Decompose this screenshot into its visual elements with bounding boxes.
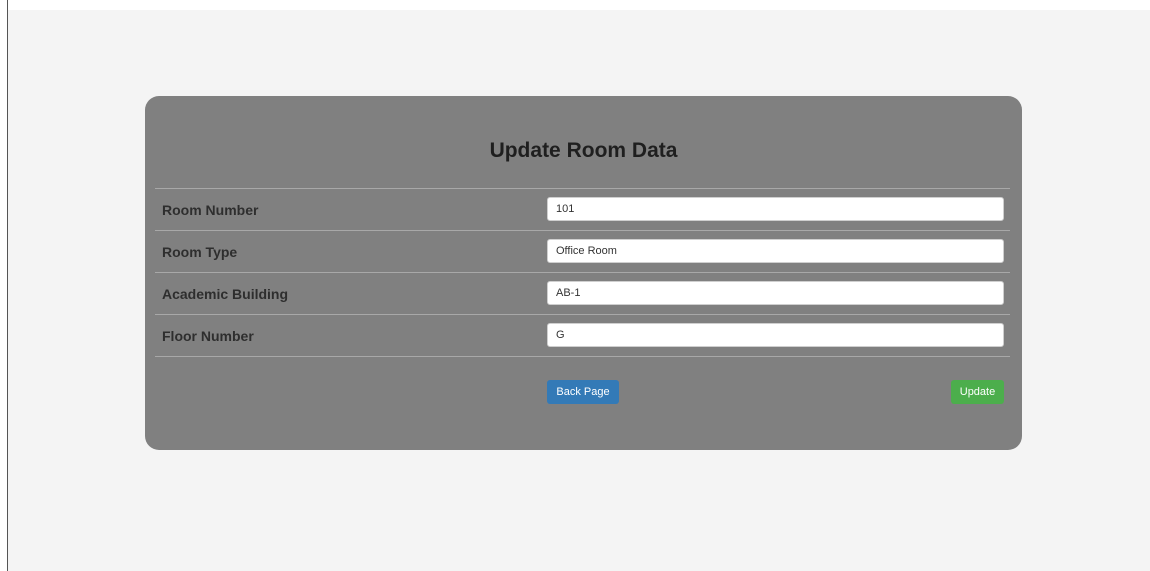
room-number-input[interactable] <box>547 197 1004 221</box>
update-room-card: Update Room Data Room Number Room Type A… <box>145 96 1022 450</box>
room-type-row: Room Type <box>155 230 1010 272</box>
academic-building-row: Academic Building <box>155 272 1010 314</box>
page-background: Update Room Data Room Number Room Type A… <box>8 10 1150 571</box>
floor-number-label: Floor Number <box>162 328 254 344</box>
room-type-input[interactable] <box>547 239 1004 263</box>
update-button[interactable]: Update <box>951 380 1004 404</box>
back-page-button[interactable]: Back Page <box>547 380 619 404</box>
room-number-label: Room Number <box>162 202 259 218</box>
room-type-label: Room Type <box>162 244 238 260</box>
academic-building-label: Academic Building <box>162 286 289 302</box>
floor-number-row: Floor Number <box>155 314 1010 357</box>
room-number-row: Room Number <box>155 188 1010 230</box>
room-form: Room Number Room Type Academic Building … <box>155 188 1010 357</box>
floor-number-input[interactable] <box>547 323 1004 347</box>
academic-building-input[interactable] <box>547 281 1004 305</box>
page-title: Update Room Data <box>489 139 678 162</box>
